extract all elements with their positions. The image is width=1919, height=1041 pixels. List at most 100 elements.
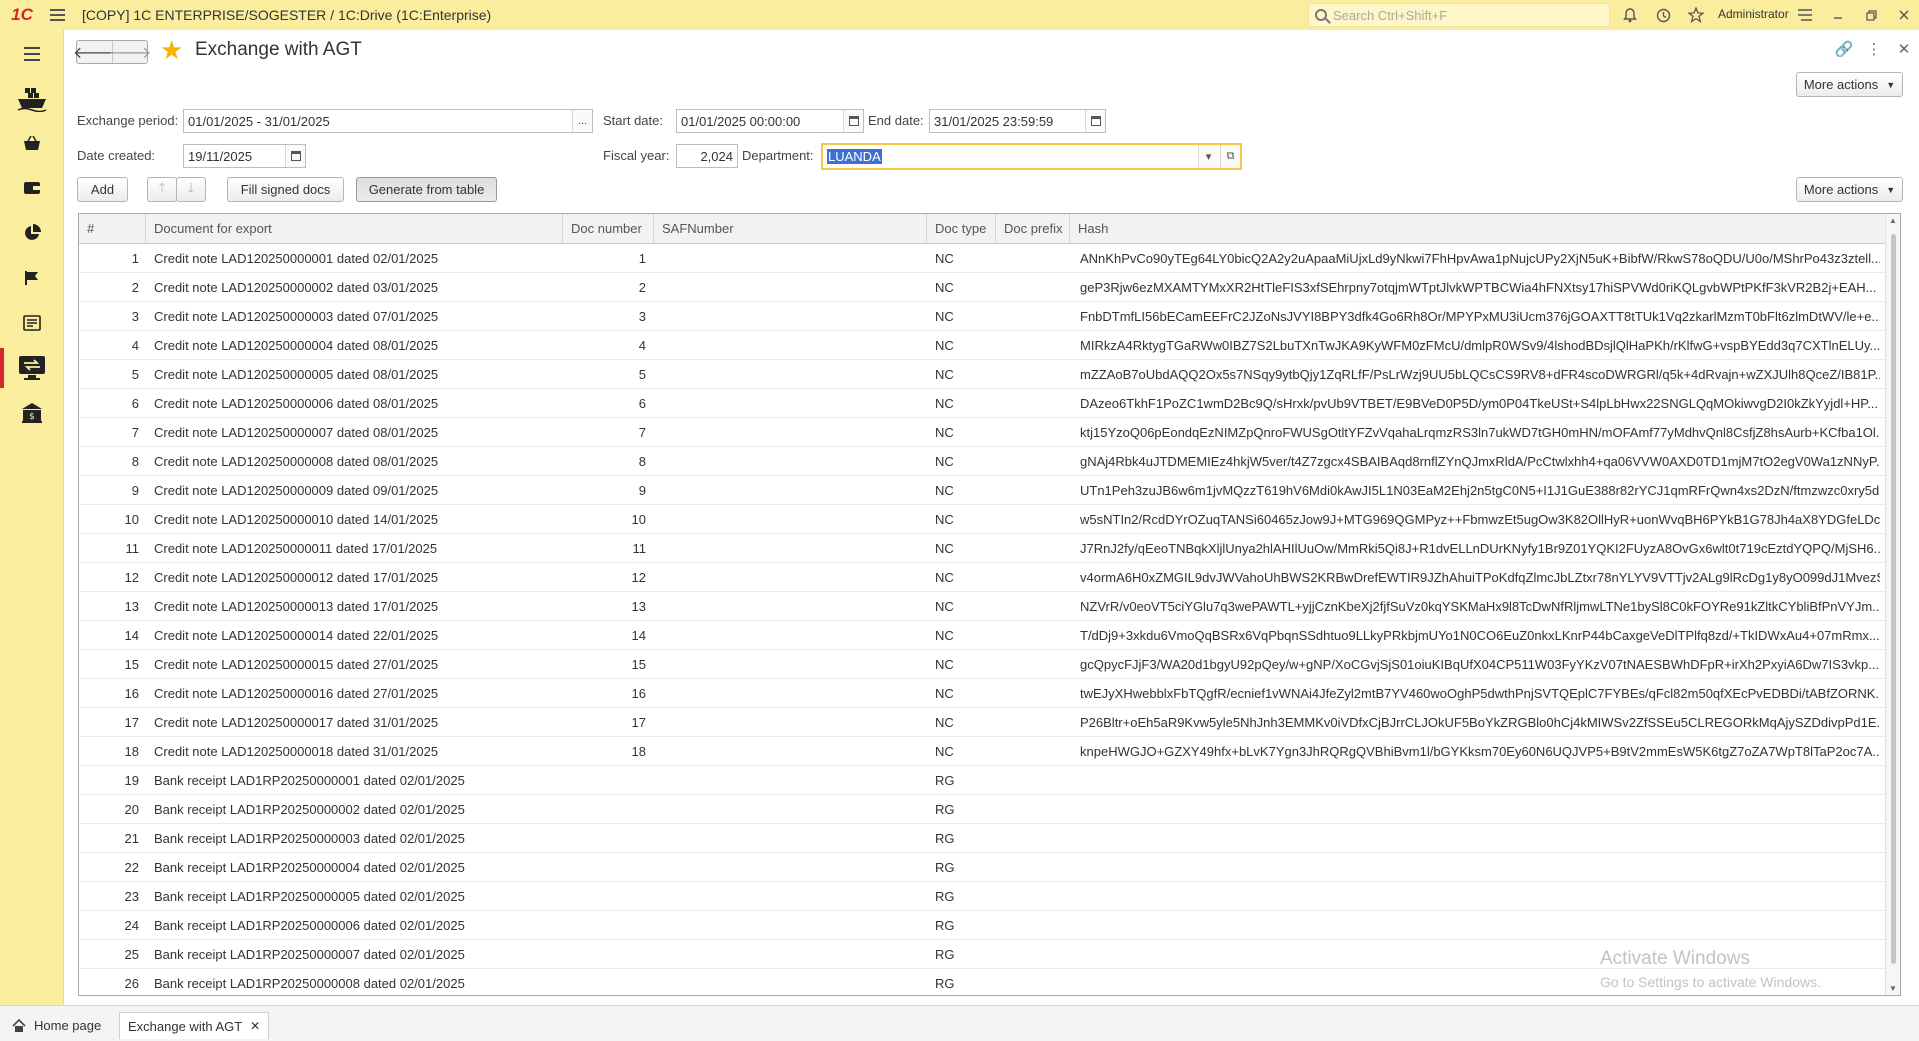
table-row[interactable]: 12 Credit note LAD120250000012 dated 17/0… (79, 563, 1885, 592)
document-cell[interactable]: Bank receipt LAD1RP20250000003 dated 02/… (154, 824, 559, 852)
hash-cell[interactable] (1080, 766, 1880, 794)
tab-exchange-with-agt[interactable]: Exchange with AGT ✕ (119, 1012, 270, 1039)
row-number[interactable]: 4 (79, 331, 139, 359)
move-up-icon[interactable]: 🡑 (147, 177, 177, 202)
doc-type-cell[interactable]: NC (935, 360, 995, 388)
generate-from-table-button[interactable]: Generate from table (356, 177, 497, 202)
saf-number-cell[interactable] (662, 882, 922, 910)
settings-menu-icon[interactable] (1790, 0, 1820, 30)
row-number[interactable]: 21 (79, 824, 139, 852)
column-header[interactable]: Hash (1070, 214, 1885, 243)
table-row[interactable]: 5 Credit note LAD120250000005 dated 08/01… (79, 360, 1885, 389)
doc-number-cell[interactable]: 4 (563, 331, 646, 359)
doc-prefix-cell[interactable] (1004, 737, 1064, 765)
doc-type-cell[interactable]: NC (935, 505, 995, 533)
basket-icon[interactable] (0, 123, 64, 163)
hash-cell[interactable]: geP3Rjw6ezMXAMTYMxXR2HtTleFIS3xfSEhrpny7… (1080, 273, 1880, 301)
hash-cell[interactable] (1080, 853, 1880, 881)
row-number[interactable]: 14 (79, 621, 139, 649)
saf-number-cell[interactable] (662, 969, 922, 995)
doc-type-cell[interactable]: NC (935, 708, 995, 736)
doc-type-cell[interactable]: NC (935, 534, 995, 562)
document-cell[interactable]: Credit note LAD120250000004 dated 08/01/… (154, 331, 559, 359)
saf-number-cell[interactable] (662, 418, 922, 446)
doc-prefix-cell[interactable] (1004, 273, 1064, 301)
doc-type-cell[interactable]: RG (935, 969, 995, 995)
open-item-icon[interactable]: ⧉ (1220, 145, 1240, 168)
doc-number-cell[interactable]: 5 (563, 360, 646, 388)
row-number[interactable]: 24 (79, 911, 139, 939)
doc-number-cell[interactable] (563, 795, 646, 823)
close-tab-icon[interactable]: ✕ (250, 1019, 260, 1033)
doc-prefix-cell[interactable] (1004, 650, 1064, 678)
doc-type-cell[interactable]: NC (935, 447, 995, 475)
doc-prefix-cell[interactable] (1004, 679, 1064, 707)
doc-number-cell[interactable]: 8 (563, 447, 646, 475)
document-cell[interactable]: Credit note LAD120250000018 dated 31/01/… (154, 737, 559, 765)
table-row[interactable]: 6 Credit note LAD120250000006 dated 08/01… (79, 389, 1885, 418)
favorites-star-icon[interactable] (1681, 0, 1711, 30)
table-row[interactable]: 9 Credit note LAD120250000009 dated 09/01… (79, 476, 1885, 505)
table-row[interactable]: 20 Bank receipt LAD1RP20250000002 dated 0… (79, 795, 1885, 824)
table-row[interactable]: 24 Bank receipt LAD1RP20250000006 dated 0… (79, 911, 1885, 940)
doc-prefix-cell[interactable] (1004, 505, 1064, 533)
bank-icon[interactable]: $ (0, 393, 64, 433)
app-logo[interactable]: 1С (0, 0, 44, 30)
doc-prefix-cell[interactable] (1004, 418, 1064, 446)
document-cell[interactable]: Credit note LAD120250000001 dated 02/01/… (154, 244, 559, 272)
fill-signed-docs-button[interactable]: Fill signed docs (227, 177, 344, 202)
restore-icon[interactable] (1856, 0, 1886, 30)
scroll-down-icon[interactable]: ▼ (1889, 984, 1897, 993)
doc-prefix-cell[interactable] (1004, 360, 1064, 388)
table-row[interactable]: 7 Credit note LAD120250000007 dated 08/01… (79, 418, 1885, 447)
table-row[interactable]: 23 Bank receipt LAD1RP20250000005 dated 0… (79, 882, 1885, 911)
history-icon[interactable] (1648, 0, 1678, 30)
forward-arrow-icon[interactable]: 🡒 (109, 41, 151, 63)
row-number[interactable]: 3 (79, 302, 139, 330)
doc-number-cell[interactable]: 17 (563, 708, 646, 736)
saf-number-cell[interactable] (662, 940, 922, 968)
table-row[interactable]: 14 Credit note LAD120250000014 dated 22/0… (79, 621, 1885, 650)
document-list-icon[interactable] (0, 303, 64, 343)
hash-cell[interactable]: J7RnJ2fy/qEeoTNBqkXljlUnya2hlAHIlUuOw/Mm… (1080, 534, 1880, 562)
document-cell[interactable]: Bank receipt LAD1RP20250000002 dated 02/… (154, 795, 559, 823)
table-row[interactable]: 21 Bank receipt LAD1RP20250000003 dated 0… (79, 824, 1885, 853)
doc-type-cell[interactable]: NC (935, 244, 995, 272)
hash-cell[interactable]: ktj15YzoQ06pEondqEzNIMZpQnroFWUSgOtltYFZ… (1080, 418, 1880, 446)
doc-type-cell[interactable]: NC (935, 302, 995, 330)
doc-number-cell[interactable] (563, 969, 646, 995)
saf-number-cell[interactable] (662, 447, 922, 475)
hash-cell[interactable]: P26Bltr+oEh5aR9Kvw5yle5NhJnh3EMMKv0iVDfx… (1080, 708, 1880, 736)
doc-number-cell[interactable] (563, 911, 646, 939)
more-actions-top-button[interactable]: More actions ▼ (1796, 72, 1903, 97)
doc-type-cell[interactable]: NC (935, 679, 995, 707)
hash-cell[interactable]: UTn1Peh3zuJB6w6m1jvMQzzT619hV6Mdi0kAwJI5… (1080, 476, 1880, 504)
column-header[interactable]: SAFNumber (654, 214, 927, 243)
close-form-icon[interactable]: ✕ (1889, 40, 1919, 58)
table-row[interactable]: 17 Credit note LAD120250000017 dated 31/0… (79, 708, 1885, 737)
row-number[interactable]: 19 (79, 766, 139, 794)
saf-number-cell[interactable] (662, 853, 922, 881)
fiscal-year-field[interactable]: 2,024 (676, 144, 738, 168)
doc-number-cell[interactable] (563, 940, 646, 968)
hash-cell[interactable]: DAzeo6TkhF1PoZC1wmD2Bc9Q/sHrxk/pvUb9VTBE… (1080, 389, 1880, 417)
saf-number-cell[interactable] (662, 766, 922, 794)
date-created-field[interactable]: 19/11/2025 (183, 144, 306, 168)
exchange-period-field[interactable]: 01/01/2025 - 31/01/2025 ... (183, 109, 593, 133)
doc-number-cell[interactable]: 9 (563, 476, 646, 504)
doc-type-cell[interactable]: RG (935, 795, 995, 823)
table-row[interactable]: 16 Credit note LAD120250000016 dated 27/0… (79, 679, 1885, 708)
table-row[interactable]: 8 Credit note LAD120250000008 dated 08/01… (79, 447, 1885, 476)
doc-number-cell[interactable] (563, 766, 646, 794)
doc-number-cell[interactable]: 11 (563, 534, 647, 562)
column-header[interactable]: Doc number (563, 214, 654, 243)
hash-cell[interactable]: gcQpycFJjF3/WA20d1bgyU92pQey/w+gNP/XoCGv… (1080, 650, 1880, 678)
tab-home-page[interactable]: Home page (4, 1012, 109, 1039)
table-row[interactable]: 3 Credit note LAD120250000003 dated 07/01… (79, 302, 1885, 331)
document-cell[interactable]: Credit note LAD120250000006 dated 08/01/… (154, 389, 559, 417)
column-header[interactable]: Doc type (927, 214, 996, 243)
saf-number-cell[interactable] (662, 331, 922, 359)
saf-number-cell[interactable] (662, 621, 922, 649)
doc-number-cell[interactable] (563, 882, 646, 910)
doc-type-cell[interactable]: RG (935, 824, 995, 852)
